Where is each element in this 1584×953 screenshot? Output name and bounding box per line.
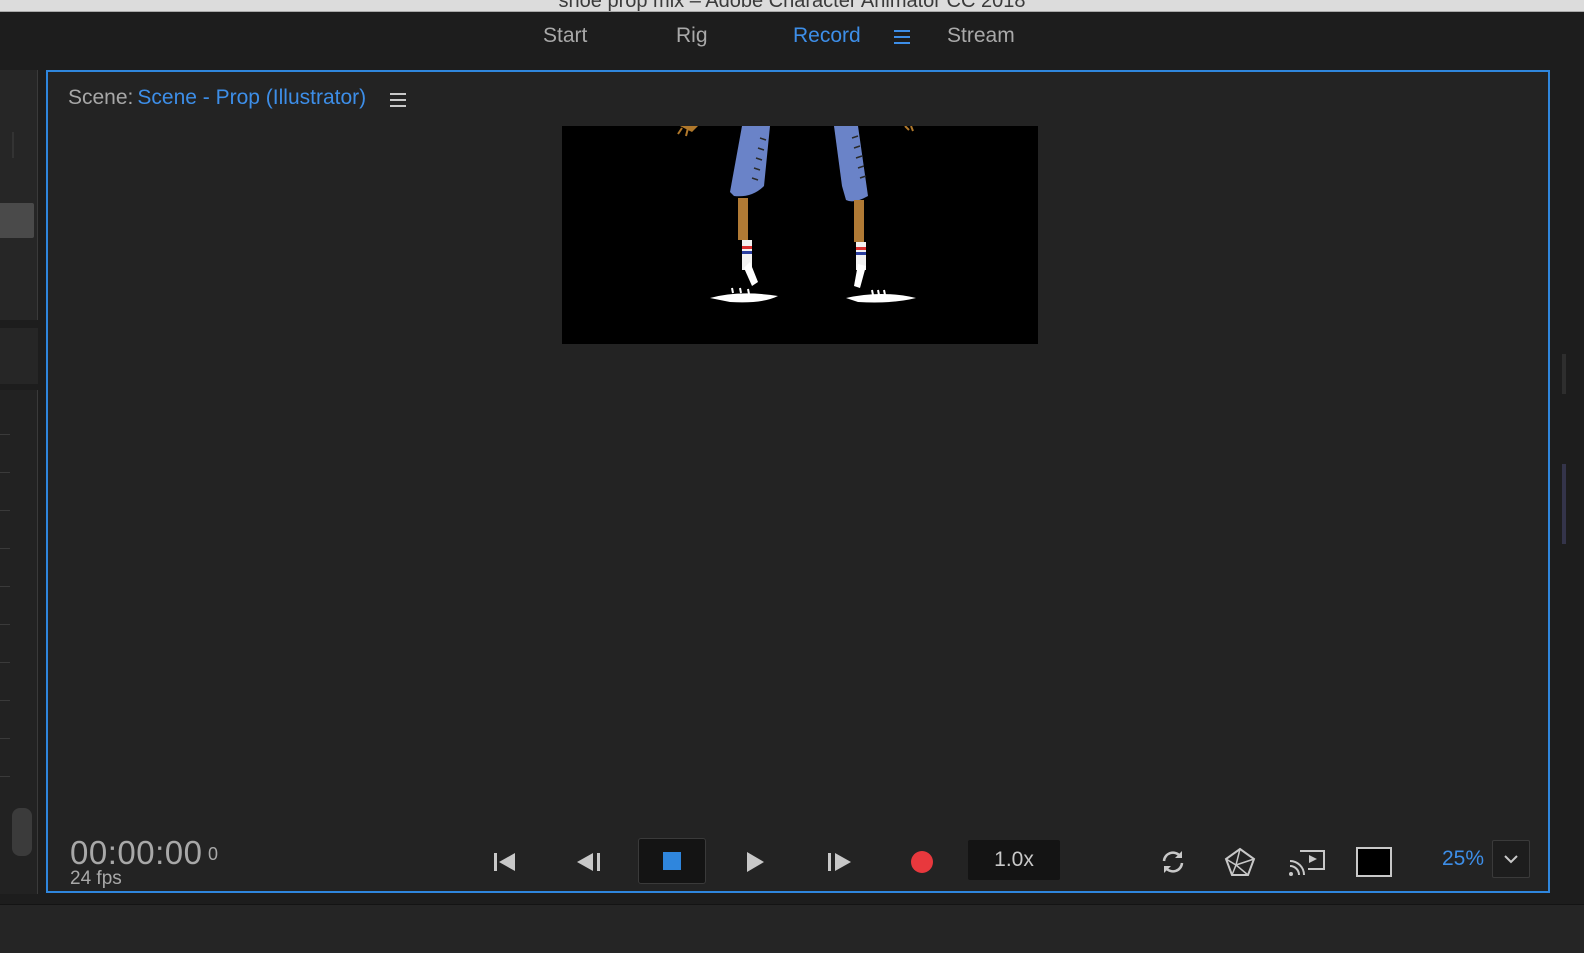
- go-to-start-button[interactable]: [488, 840, 520, 884]
- cast-icon: [1289, 850, 1325, 876]
- tab-rig[interactable]: Rig: [676, 24, 708, 48]
- mesh-icon: [1224, 847, 1256, 876]
- character-legs-artwork: [677, 126, 916, 303]
- tab-stream[interactable]: Stream: [947, 24, 1015, 48]
- step-forward-button[interactable]: [822, 840, 856, 884]
- tab-start[interactable]: Start: [543, 24, 587, 48]
- stop-icon: [663, 852, 681, 870]
- stop-button[interactable]: [638, 838, 706, 884]
- scene-name-dropdown[interactable]: Scene - Prop (Illustrator): [137, 86, 366, 109]
- tab-record[interactable]: Record: [793, 24, 861, 48]
- right-panel-edge: [1562, 64, 1584, 900]
- refresh-icon: [1162, 851, 1184, 873]
- window-title: shoe prop mix – Adobe Character Animator…: [558, 0, 1026, 12]
- zoom-dropdown[interactable]: [1492, 840, 1530, 878]
- chevron-down-icon: [1504, 855, 1518, 864]
- playback-speed[interactable]: 1.0x: [968, 840, 1060, 880]
- left-panel-scrollbar[interactable]: [12, 808, 32, 856]
- scene-label: Scene:: [68, 86, 134, 109]
- record-icon: [911, 851, 933, 873]
- play-icon: [747, 852, 764, 872]
- workspace-menu-icon[interactable]: [894, 30, 910, 44]
- mesh-button[interactable]: [1222, 840, 1258, 884]
- step-back-button[interactable]: [572, 840, 606, 884]
- go-to-start-icon: [494, 853, 515, 871]
- zoom-level[interactable]: 25%: [1442, 847, 1484, 871]
- scene-panel: Scene: Scene - Prop (Illustrator) 00:00:…: [46, 70, 1550, 893]
- cast-button[interactable]: [1288, 840, 1326, 884]
- step-forward-icon: [828, 853, 851, 871]
- timeline-panel-edge: [0, 904, 1584, 953]
- play-button[interactable]: [740, 840, 770, 884]
- background-toggle-button[interactable]: [1356, 840, 1392, 884]
- refresh-button[interactable]: [1156, 840, 1190, 884]
- left-panel-tab[interactable]: [0, 203, 34, 238]
- record-button[interactable]: [908, 840, 936, 884]
- left-panel-rows: [0, 394, 10, 800]
- workspace-bar: Start Rig Record Stream: [0, 12, 1584, 64]
- background-icon: [1356, 847, 1392, 877]
- scene-header: Scene: Scene - Prop (Illustrator): [68, 86, 366, 110]
- frame-rate: 24 fps: [70, 868, 122, 889]
- window-titlebar: shoe prop mix – Adobe Character Animator…: [0, 0, 1584, 12]
- left-panel-middle: [0, 328, 38, 384]
- hamburger-menu-icon[interactable]: [390, 93, 406, 107]
- timecode: 00:00:00: [70, 834, 203, 871]
- step-back-icon: [577, 853, 600, 871]
- left-panel-top: [0, 70, 38, 320]
- scene-stage[interactable]: [562, 126, 1038, 344]
- frame-number: 0: [208, 844, 219, 864]
